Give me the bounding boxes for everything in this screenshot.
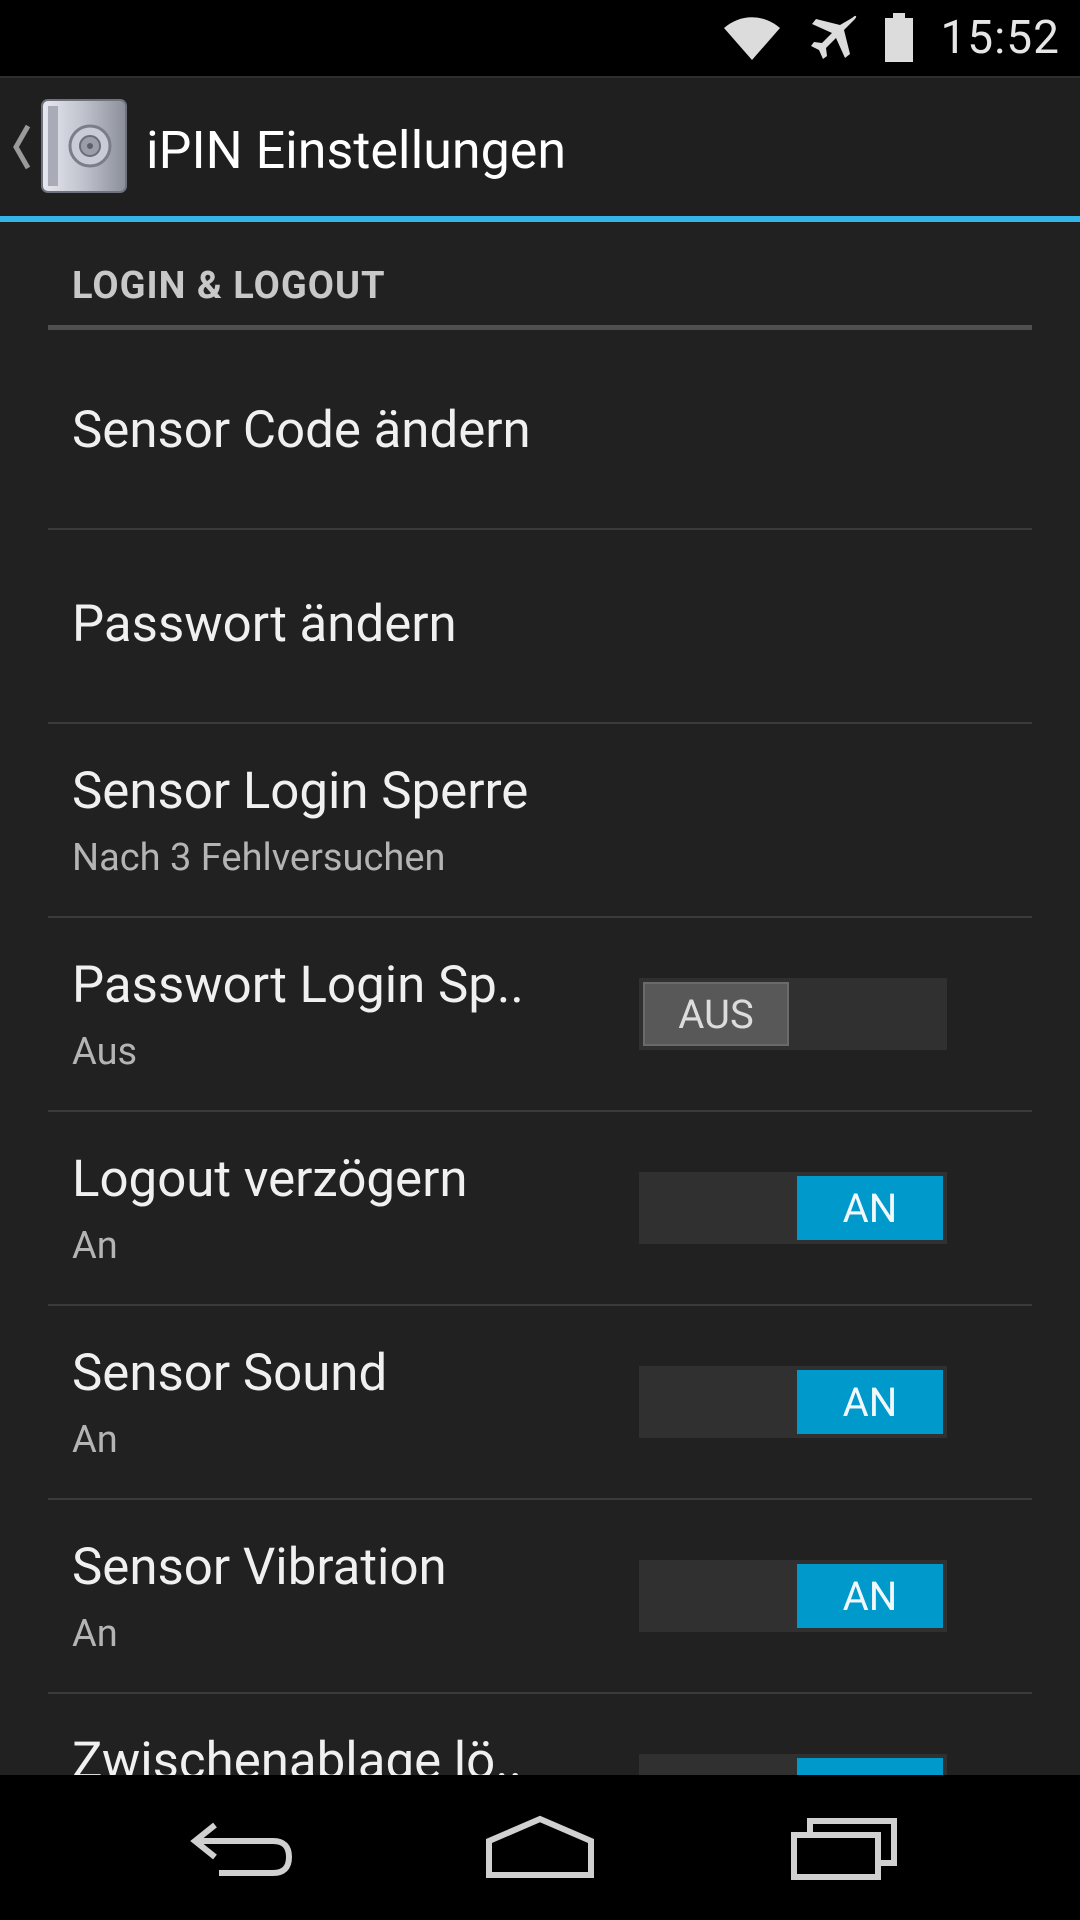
section-header-label: LOGIN & LOGOUT: [72, 264, 386, 308]
pref-summary: An: [72, 1612, 118, 1656]
pref-passwort-login-sperre[interactable]: Passwort Login Sp.. Aus AUS: [48, 918, 1032, 1112]
pref-sensor-vibration[interactable]: Sensor Vibration An AN: [48, 1500, 1032, 1694]
pref-title: Zwischenablage lö..: [72, 1732, 523, 1775]
pref-summary: An: [72, 1418, 118, 1462]
switch-thumb: AUS: [643, 982, 789, 1046]
battery-icon: [884, 13, 914, 63]
switch-thumb: AN: [797, 1176, 943, 1240]
app-title: iPIN Einstellungen: [146, 120, 567, 181]
status-bar: 15:52: [0, 0, 1080, 76]
recent-apps-icon[interactable]: [745, 1775, 945, 1920]
switch-thumb: AN: [797, 1758, 943, 1775]
pref-title: Sensor Vibration: [72, 1538, 447, 1597]
pref-sensor-code-aendern[interactable]: Sensor Code ändern: [48, 336, 1032, 530]
app-logo-icon[interactable]: [38, 98, 130, 194]
action-bar: iPIN Einstellungen: [0, 76, 1080, 222]
back-icon[interactable]: [140, 1775, 340, 1920]
pref-sensor-sound[interactable]: Sensor Sound An AN: [48, 1306, 1032, 1500]
passwort-login-sperre-switch[interactable]: AUS: [639, 978, 947, 1050]
switch-thumb: AN: [797, 1564, 943, 1628]
pref-summary: Nach 3 Fehlversuchen: [72, 836, 446, 880]
preferences-list[interactable]: LOGIN & LOGOUT Sensor Code ändern Passwo…: [0, 220, 1080, 1775]
pref-summary: Aus: [72, 1030, 138, 1074]
navigation-bar: [0, 1775, 1080, 1920]
zwischenablage-switch[interactable]: AN: [639, 1754, 947, 1775]
pref-zwischenablage-loeschen[interactable]: Zwischenablage lö.. AN: [48, 1694, 1032, 1775]
pref-sensor-login-sperre[interactable]: Sensor Login Sperre Nach 3 Fehlversuchen: [48, 724, 1032, 918]
pref-title: Passwort Login Sp..: [72, 956, 524, 1015]
pref-logout-verzoegern[interactable]: Logout verzögern An AN: [48, 1112, 1032, 1306]
up-navigation-icon[interactable]: [12, 122, 32, 172]
sensor-vibration-switch[interactable]: AN: [639, 1560, 947, 1632]
pref-title: Sensor Code ändern: [72, 401, 531, 460]
pref-passwort-aendern[interactable]: Passwort ändern: [48, 530, 1032, 724]
section-header: LOGIN & LOGOUT: [48, 242, 1032, 330]
home-icon[interactable]: [440, 1775, 640, 1920]
logout-verzoegern-switch[interactable]: AN: [639, 1172, 947, 1244]
status-time: 15:52: [940, 11, 1060, 65]
sensor-sound-switch[interactable]: AN: [639, 1366, 947, 1438]
switch-thumb: AN: [797, 1370, 943, 1434]
pref-title: Sensor Login Sperre: [72, 762, 529, 821]
airplane-mode-icon: [808, 14, 858, 62]
wifi-icon: [722, 14, 782, 62]
pref-title: Logout verzögern: [72, 1150, 468, 1209]
pref-title: Passwort ändern: [72, 595, 457, 654]
pref-title: Sensor Sound: [72, 1344, 388, 1403]
pref-summary: An: [72, 1224, 118, 1268]
